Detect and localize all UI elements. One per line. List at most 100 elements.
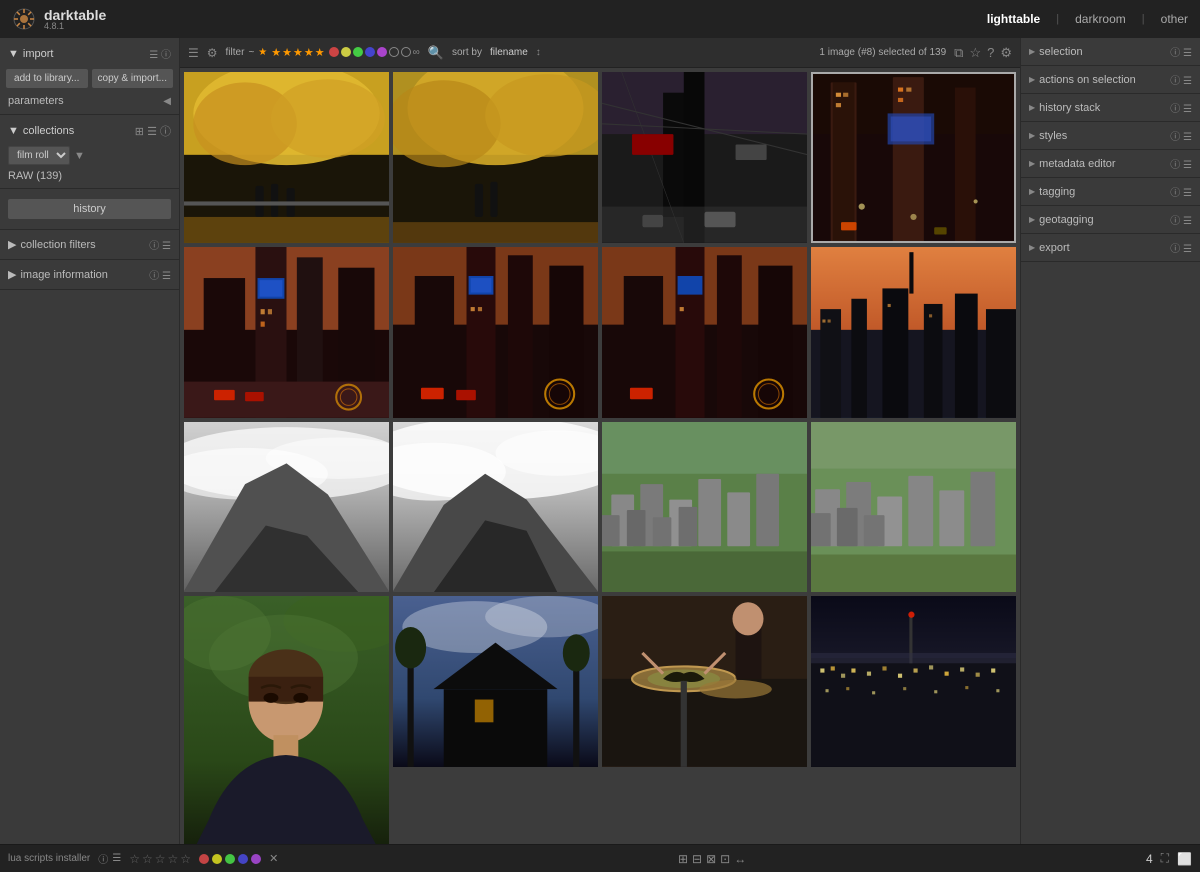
- filter-circle-empty2[interactable]: [401, 47, 411, 57]
- geotagging-section[interactable]: ▶ geotagging ⓘ ☰: [1021, 206, 1200, 234]
- photo-cell[interactable]: [602, 72, 807, 243]
- color-dot-red[interactable]: [199, 854, 209, 864]
- filter-circle-blue[interactable]: [365, 47, 375, 57]
- metadata-editor-section[interactable]: ▶ metadata editor ⓘ ☰: [1021, 150, 1200, 178]
- image-information-section: ▶ image information ⓘ ☰: [0, 260, 179, 290]
- star-5[interactable]: ☆: [180, 852, 191, 866]
- lua-info-icon[interactable]: ⓘ: [98, 851, 108, 866]
- tagging-section[interactable]: ▶ tagging ⓘ ☰: [1021, 178, 1200, 206]
- survey-icon[interactable]: ⊡: [720, 852, 730, 866]
- status-icons-left: ⓘ ☰: [98, 851, 121, 866]
- styles-section[interactable]: ▶ styles ⓘ ☰: [1021, 122, 1200, 150]
- geotagging-triangle: ▶: [1029, 215, 1035, 224]
- collection-filters-item[interactable]: ▶ collection filters ⓘ ☰: [0, 234, 179, 255]
- raw-count: RAW (139): [0, 168, 179, 184]
- lua-scripts-label[interactable]: lua scripts installer: [8, 853, 90, 864]
- star-1[interactable]: ☆: [129, 852, 140, 866]
- add-to-library-button[interactable]: add to library...: [6, 69, 88, 88]
- filter-circle-yellow[interactable]: [341, 47, 351, 57]
- grid-view-icon[interactable]: ⊞: [678, 852, 688, 866]
- nav-darkroom[interactable]: darkroom: [1075, 12, 1126, 26]
- collapse-icon: ▼: [8, 48, 19, 60]
- parameters-arrow: ◀: [163, 96, 171, 107]
- left-sidebar: ▼ import ☰ ⓘ add to library... copy & im…: [0, 38, 180, 844]
- top-bar: darktable 4.8.1 lighttable | darkroom | …: [0, 0, 1200, 38]
- photo-cell[interactable]: [811, 422, 1016, 593]
- app-branding: darktable 4.8.1: [12, 7, 106, 31]
- selection-triangle: ▶: [1029, 47, 1035, 56]
- sort-by-value[interactable]: filename: [490, 47, 528, 58]
- filter-circle-red[interactable]: [329, 47, 339, 57]
- filter-star2: ★: [271, 46, 281, 59]
- actions-on-selection-section[interactable]: ▶ actions on selection ⓘ ☰: [1021, 66, 1200, 94]
- zoom-icon[interactable]: ↔: [734, 852, 746, 866]
- photo-cell[interactable]: [811, 247, 1016, 418]
- copy-import-button[interactable]: copy & import...: [92, 69, 174, 88]
- photo-grid: [180, 68, 1020, 844]
- tagging-label: ▶ tagging: [1029, 186, 1075, 198]
- filter-circle-empty1[interactable]: [389, 47, 399, 57]
- photo-cell[interactable]: [602, 422, 807, 593]
- filmstrip-icon[interactable]: ⊟: [692, 852, 702, 866]
- copy-icon[interactable]: ⧉: [954, 45, 963, 61]
- page-number: 4: [1146, 852, 1153, 866]
- star-icon[interactable]: ☆: [969, 45, 981, 61]
- reject-button[interactable]: ✕: [269, 852, 278, 865]
- image-information-item[interactable]: ▶ image information ⓘ ☰: [0, 264, 179, 285]
- export-section[interactable]: ▶ export ⓘ ☰: [1021, 234, 1200, 262]
- lua-menu-icon[interactable]: ☰: [112, 853, 121, 864]
- photo-cell[interactable]: [184, 247, 389, 418]
- history-stack-section[interactable]: ▶ history stack ⓘ ☰: [1021, 94, 1200, 122]
- color-dot-purple[interactable]: [251, 854, 261, 864]
- history-stack-icons: ⓘ ☰: [1170, 100, 1192, 115]
- photo-cell[interactable]: [184, 422, 389, 593]
- toolbar-settings-icon[interactable]: ⚙: [207, 46, 218, 60]
- nav-other[interactable]: other: [1161, 12, 1188, 26]
- selection-section[interactable]: ▶ selection ⓘ ☰: [1021, 38, 1200, 66]
- toolbar-gear-icon[interactable]: ⚙: [1000, 45, 1012, 61]
- photo-cell[interactable]: [184, 72, 389, 243]
- filter-circle-purple[interactable]: [377, 47, 387, 57]
- photo-cell[interactable]: [602, 247, 807, 418]
- star-2[interactable]: ☆: [142, 852, 153, 866]
- export-triangle: ▶: [1029, 243, 1035, 252]
- photo-cell[interactable]: [602, 596, 807, 767]
- main-layout: ▼ import ☰ ⓘ add to library... copy & im…: [0, 38, 1200, 844]
- actions-triangle: ▶: [1029, 75, 1035, 84]
- collections-header[interactable]: ▼ collections ⊞ ☰ ⓘ: [0, 119, 179, 143]
- photo-cell[interactable]: [393, 247, 598, 418]
- color-dot-yellow[interactable]: [212, 854, 222, 864]
- film-roll-select[interactable]: film roll: [8, 146, 70, 165]
- photo-cell[interactable]: [393, 72, 598, 243]
- filter-circle-green[interactable]: [353, 47, 363, 57]
- compare-icon[interactable]: ⊠: [706, 852, 716, 866]
- nav-lighttable[interactable]: lighttable: [987, 12, 1040, 26]
- import-header[interactable]: ▼ import ☰ ⓘ: [0, 42, 179, 65]
- photo-cell[interactable]: [393, 596, 598, 767]
- color-dot-green[interactable]: [225, 854, 235, 864]
- star-3[interactable]: ☆: [155, 852, 166, 866]
- search-button[interactable]: 🔍: [428, 45, 444, 61]
- selection-label: ▶ selection: [1029, 46, 1083, 58]
- collection-filters-label: ▶ collection filters: [8, 238, 96, 251]
- image-information-icons: ⓘ ☰: [149, 267, 171, 282]
- photo-cell[interactable]: [811, 596, 1016, 767]
- filter-tilde2: ∞: [413, 47, 420, 58]
- star-4[interactable]: ☆: [168, 852, 179, 866]
- help-icon[interactable]: ?: [987, 45, 994, 61]
- sort-direction-button[interactable]: ↕: [536, 47, 541, 58]
- photo-cell[interactable]: [184, 596, 389, 844]
- history-button[interactable]: history: [8, 199, 171, 219]
- app-logo: [12, 7, 36, 31]
- collection-filters-section: ▶ collection filters ⓘ ☰: [0, 230, 179, 260]
- photo-cell[interactable]: [811, 72, 1016, 243]
- fullscreen-icon[interactable]: ⛶: [1161, 851, 1169, 866]
- history-section: history: [0, 189, 179, 230]
- toolbar-filter-icon[interactable]: ☰: [188, 46, 199, 60]
- filter-area: filter ~ ★ ★ ★ ★ ★ ★: [226, 46, 420, 59]
- color-dot-blue[interactable]: [238, 854, 248, 864]
- selection-icons: ⓘ ☰: [1170, 44, 1192, 59]
- collections-label: ▼ collections: [8, 125, 74, 137]
- monitor-icon[interactable]: ⬜: [1177, 852, 1192, 866]
- photo-cell[interactable]: [393, 422, 598, 593]
